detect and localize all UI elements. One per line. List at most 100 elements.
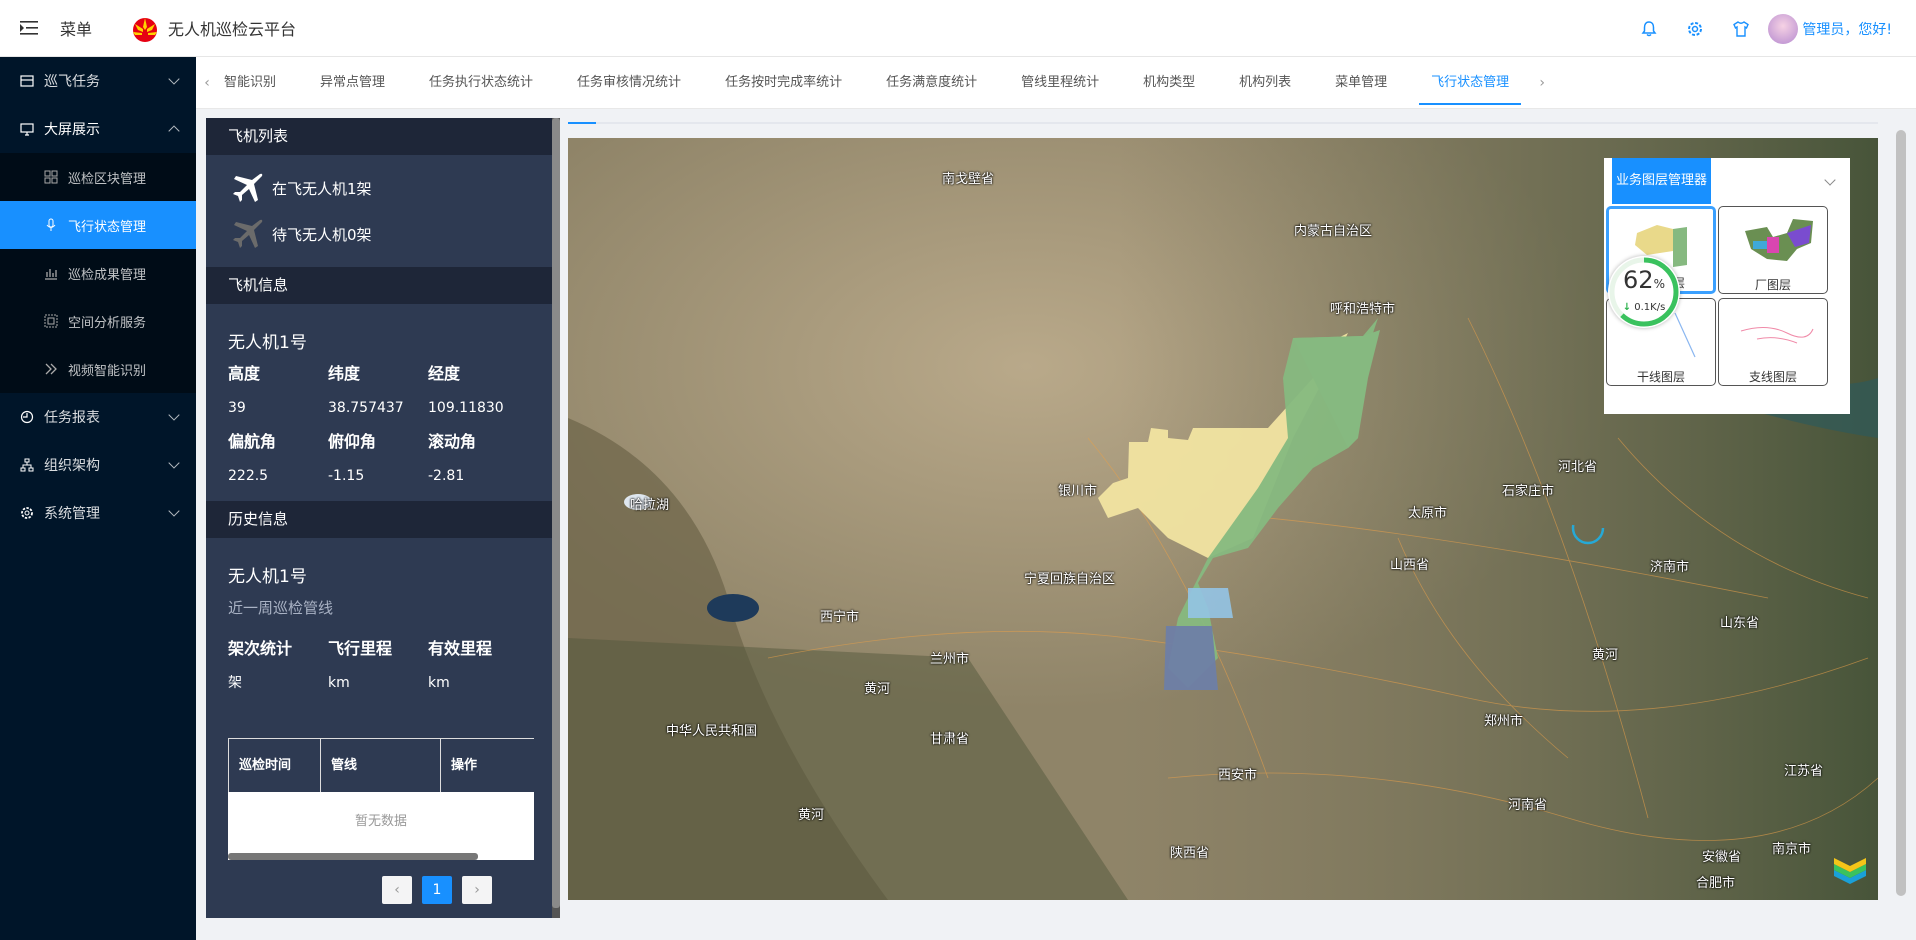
chevron-down-icon bbox=[168, 505, 180, 517]
tab-anomaly[interactable]: 异常点管理 bbox=[298, 57, 407, 109]
block-purple[interactable] bbox=[1164, 626, 1218, 690]
field-key: 滚动角 bbox=[428, 432, 477, 451]
map-label: 哈拉湖 bbox=[630, 498, 670, 513]
tab-satisfaction[interactable]: 任务满意度统计 bbox=[864, 57, 999, 109]
block-blue[interactable] bbox=[1188, 588, 1233, 618]
sidebar-item-task-report[interactable]: 任务报表 bbox=[0, 393, 196, 441]
map-label: 江苏省 bbox=[1784, 764, 1824, 779]
th-time: 巡检时间 bbox=[228, 739, 320, 792]
tab-scroll-left-icon[interactable]: ‹ bbox=[196, 75, 218, 91]
sidebar-item-result-manage[interactable]: 巡检成果管理 bbox=[0, 249, 196, 297]
history-subtitle: 近一周巡检管线 bbox=[228, 599, 334, 617]
map-label: 山东省 bbox=[1720, 616, 1760, 631]
map-label: 中华人民共和国 bbox=[666, 724, 758, 739]
history-drone-name: 无人机1号 bbox=[228, 567, 307, 587]
monitor-icon bbox=[20, 123, 34, 136]
brand: 无人机巡检云平台 bbox=[130, 13, 296, 43]
chevron-down-icon bbox=[168, 409, 180, 421]
tab-audit-status[interactable]: 任务审核情况统计 bbox=[555, 57, 703, 109]
stat-value: km bbox=[328, 675, 350, 691]
sidebar-item-video-recognition[interactable]: 视频智能识别 bbox=[0, 345, 196, 393]
table-header: 巡检时间 管线 操作 bbox=[228, 738, 534, 792]
th-pipeline: 管线 bbox=[320, 739, 440, 792]
table-hscrollbar[interactable] bbox=[228, 853, 478, 860]
map-label: 安徽省 bbox=[1702, 850, 1742, 865]
map-label: 太原市 bbox=[1408, 506, 1448, 521]
sidebar-item-flight-status[interactable]: 飞行状态管理 bbox=[0, 201, 196, 249]
layer-manager-title: 业务图层管理器 bbox=[1612, 158, 1712, 204]
map-label: 郑州市 bbox=[1484, 714, 1524, 729]
sidebar-item-org[interactable]: 组织架构 bbox=[0, 441, 196, 489]
sidebar-item-label: 组织架构 bbox=[44, 458, 100, 474]
sidebar-item-block-manage[interactable]: 巡检区块管理 bbox=[0, 153, 196, 201]
field-value: 222.5 bbox=[228, 468, 269, 484]
map-label: 黄河 bbox=[864, 682, 891, 697]
layer-card-plant[interactable]: 厂图层 bbox=[1718, 206, 1828, 294]
bell-icon[interactable] bbox=[1640, 20, 1658, 38]
sidebar-item-spatial-analysis[interactable]: 空间分析服务 bbox=[0, 297, 196, 345]
field-value: -2.81 bbox=[428, 468, 465, 484]
plant-layer-thumb-icon bbox=[1745, 219, 1813, 261]
map-label: 山西省 bbox=[1390, 558, 1430, 573]
sidebar-item-patrol-task[interactable]: 巡飞任务 bbox=[0, 57, 196, 105]
gear-icon[interactable] bbox=[1686, 20, 1704, 38]
history-table: 巡检时间 管线 操作 暂无数据 bbox=[228, 738, 534, 860]
th-action: 操作 bbox=[440, 739, 534, 792]
history-header: 历史信息 bbox=[206, 501, 560, 538]
plane-list-header: 飞机列表 bbox=[206, 118, 560, 155]
flying-drones[interactable]: 在飞无人机1架 bbox=[206, 165, 560, 211]
field-value: -1.15 bbox=[328, 468, 365, 484]
stat-key: 有效里程 bbox=[428, 639, 493, 658]
report-icon bbox=[20, 410, 34, 424]
layer-card-label: 干线图层 bbox=[1636, 370, 1685, 384]
page-prev-button[interactable]: ‹ bbox=[382, 876, 412, 904]
sidebar-item-system[interactable]: 系统管理 bbox=[0, 489, 196, 537]
map-label: 黄河 bbox=[798, 808, 825, 823]
page-next-button[interactable]: › bbox=[462, 876, 492, 904]
menu-toggle[interactable]: 菜单 bbox=[20, 16, 92, 40]
menu-fold-icon bbox=[20, 21, 38, 35]
airplane-gray-icon bbox=[233, 219, 263, 248]
tab-pipeline-mileage[interactable]: 管线里程统计 bbox=[999, 57, 1121, 109]
tab-smart-recognition[interactable]: 智能识别 bbox=[218, 57, 298, 109]
tab-org-list[interactable]: 机构列表 bbox=[1217, 57, 1313, 109]
skin-shirt-icon[interactable] bbox=[1732, 20, 1750, 38]
tab-exec-status[interactable]: 任务执行状态统计 bbox=[407, 57, 555, 109]
field-key: 纬度 bbox=[328, 364, 361, 383]
map-tab-line bbox=[568, 122, 1878, 124]
sidebar-item-label: 巡飞任务 bbox=[44, 74, 100, 90]
plane-icon bbox=[20, 75, 34, 87]
branch-layer-thumb-icon bbox=[1740, 327, 1814, 344]
mic-icon bbox=[46, 218, 56, 231]
menu-label: 菜单 bbox=[60, 20, 93, 39]
map-label: 石家庄市 bbox=[1502, 484, 1555, 499]
org-icon bbox=[20, 458, 34, 472]
sidebar-item-label: 巡检区块管理 bbox=[68, 171, 147, 187]
page-number-button[interactable]: 1 bbox=[422, 876, 452, 904]
field-key: 经度 bbox=[428, 364, 461, 383]
drone-info-grid: 高度 纬度 经度 39 38.757437 109.11830 偏航角 俯仰角 … bbox=[206, 357, 560, 493]
layer-stack-icon[interactable] bbox=[1830, 852, 1870, 892]
tab-org-type[interactable]: 机构类型 bbox=[1121, 57, 1217, 109]
map-label: 河北省 bbox=[1558, 460, 1598, 475]
sidebar-item-big-screen[interactable]: 大屏展示 bbox=[0, 105, 196, 153]
tab-ontime-rate[interactable]: 任务按时完成率统计 bbox=[703, 57, 864, 109]
layer-card-branch[interactable]: 支线图层 bbox=[1718, 298, 1828, 386]
stat-key: 飞行里程 bbox=[328, 639, 393, 658]
tab-scroll-right-icon[interactable]: › bbox=[1531, 75, 1553, 91]
page-scrollbar[interactable] bbox=[1896, 130, 1906, 896]
user-menu[interactable]: 管理员，您好! bbox=[1768, 13, 1892, 44]
chevron-down-icon bbox=[168, 457, 180, 469]
tab-menu-manage[interactable]: 菜单管理 bbox=[1313, 57, 1409, 109]
waiting-drones[interactable]: 待飞无人机0架 bbox=[206, 211, 560, 257]
panel-scrollbar[interactable] bbox=[552, 118, 560, 908]
map-label: 呼和浩特市 bbox=[1330, 302, 1396, 317]
avatar bbox=[1768, 13, 1799, 44]
tab-flight-status[interactable]: 飞行状态管理 bbox=[1409, 57, 1531, 109]
stat-value: 架 bbox=[228, 675, 242, 691]
chevron-down-icon[interactable] bbox=[1824, 174, 1836, 186]
layers-icon bbox=[44, 314, 58, 328]
map-label: 宁夏回族自治区 bbox=[1024, 572, 1116, 587]
sidebar-item-label: 飞行状态管理 bbox=[68, 219, 147, 235]
drone-panel: 飞机列表 在飞无人机1架 待飞无人机0架 飞机信息 无人机1号 高度 纬度 经度… bbox=[206, 118, 560, 918]
